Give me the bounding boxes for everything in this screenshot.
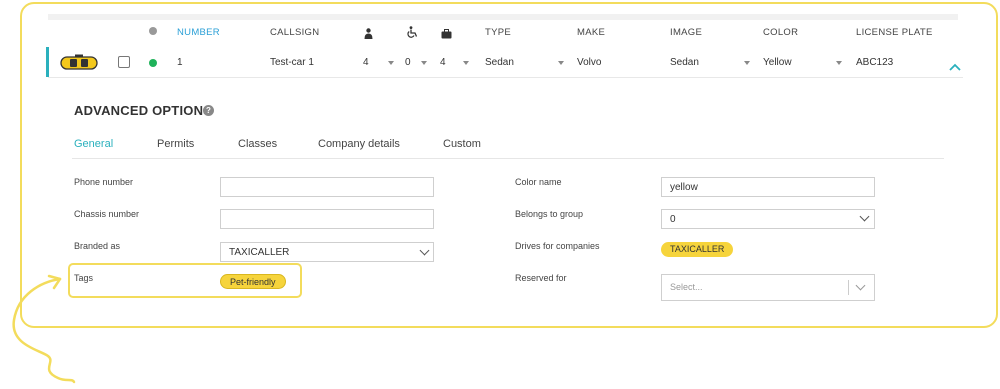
column-header-license-plate[interactable]: LICENSE PLATE (856, 27, 933, 38)
tag-chip-pet-friendly[interactable]: Pet-friendly (220, 274, 286, 289)
column-header-callsign[interactable]: CALLSIGN (270, 27, 319, 38)
wheelchairs-select[interactable]: 0 (405, 57, 411, 68)
reserved-for-select[interactable]: Select... (661, 274, 875, 301)
column-header-number[interactable]: NUMBER (177, 27, 220, 38)
tab-custom[interactable]: Custom (443, 138, 481, 150)
phone-number-label: Phone number (74, 177, 134, 187)
passengers-select[interactable]: 4 (363, 57, 369, 68)
column-header-color[interactable]: COLOR (763, 27, 798, 38)
collapse-chevron-up-icon[interactable] (949, 58, 961, 76)
color-name-field[interactable]: yellow (661, 177, 875, 197)
chevron-down-icon[interactable] (463, 61, 469, 65)
tabs-divider (72, 158, 944, 159)
color-name-label: Color name (515, 177, 562, 187)
license-plate-input[interactable]: ABC123 (856, 57, 893, 68)
luggage-icon (441, 26, 452, 44)
type-select[interactable]: Sedan (485, 57, 514, 68)
row-number: 1 (177, 57, 183, 68)
chassis-number-label: Chassis number (74, 209, 140, 219)
phone-number-field[interactable] (220, 177, 434, 197)
drives-for-companies-label: Drives for companies (515, 241, 600, 251)
curly-arrow-icon (12, 274, 76, 384)
row-checkbox[interactable] (118, 56, 130, 68)
advanced-options-title: ADVANCED OPTIONS (74, 103, 213, 118)
select-divider (848, 280, 849, 295)
group-value: 0 (670, 214, 676, 225)
chevron-down-icon[interactable] (744, 61, 750, 65)
tab-permits[interactable]: Permits (157, 138, 194, 150)
company-chip-taxicaller[interactable]: TAXICALLER (661, 242, 734, 257)
make-input[interactable]: Volvo (577, 57, 601, 68)
branded-as-label: Branded as (74, 241, 121, 251)
chassis-number-field[interactable] (220, 209, 434, 229)
branded-as-value: TAXICALLER (229, 247, 290, 258)
column-header-make[interactable]: MAKE (577, 27, 605, 38)
tab-classes[interactable]: Classes (238, 138, 277, 150)
image-select[interactable]: Sedan (670, 57, 699, 68)
luggage-select[interactable]: 4 (440, 57, 446, 68)
belongs-to-group-select[interactable]: 0 (661, 209, 875, 229)
row-callsign[interactable]: Test-car 1 (270, 57, 314, 68)
chevron-down-icon[interactable] (558, 61, 564, 65)
wheelchair-icon (406, 25, 418, 43)
column-header-type[interactable]: TYPE (485, 27, 511, 38)
scrollbar-track[interactable] (48, 14, 958, 20)
status-dot-icon (149, 27, 157, 35)
passenger-icon (364, 26, 373, 44)
reserved-for-label: Reserved for (515, 273, 567, 283)
car-icon (60, 54, 98, 77)
chevron-down-icon[interactable] (388, 61, 394, 65)
status-online-icon (149, 59, 157, 67)
branded-as-select[interactable]: TAXICALLER (220, 242, 434, 262)
chevron-down-icon[interactable] (421, 61, 427, 65)
belongs-to-group-label: Belongs to group (515, 209, 584, 219)
column-header-image[interactable]: IMAGE (670, 27, 702, 38)
row-selected-indicator (46, 47, 49, 77)
color-select[interactable]: Yellow (763, 57, 792, 68)
chevron-down-icon[interactable] (836, 61, 842, 65)
tab-general[interactable]: General (74, 138, 113, 150)
help-icon[interactable]: ? (203, 105, 214, 116)
tab-company-details[interactable]: Company details (318, 138, 400, 150)
